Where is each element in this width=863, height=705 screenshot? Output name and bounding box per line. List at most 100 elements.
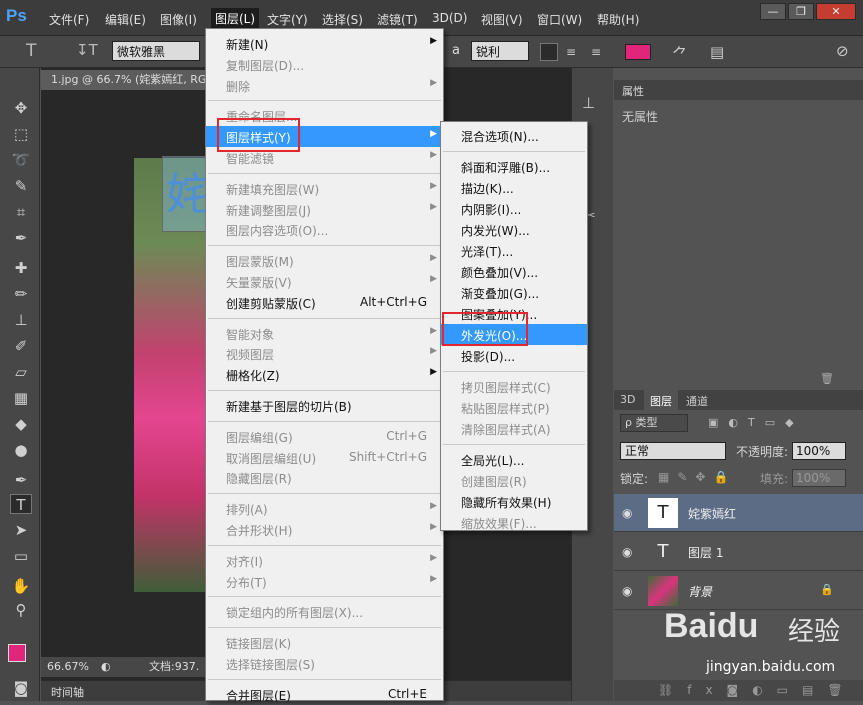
menu-item-label: 合并图层(E) xyxy=(226,688,291,703)
menu-item-label: 光泽(T)... xyxy=(461,245,514,259)
timeline-tab-label[interactable]: 时间轴 xyxy=(51,684,84,700)
close-button[interactable]: ✕ xyxy=(816,3,856,20)
menu-separator xyxy=(208,627,441,629)
brush-tool-icon[interactable]: ✏ xyxy=(10,284,32,304)
layer-row[interactable]: ◉ T 姹紫嫣红 xyxy=(614,494,863,532)
align-left-button[interactable] xyxy=(540,43,558,61)
status-menu-icon[interactable]: ◐ xyxy=(101,657,111,677)
align-right-button[interactable]: ≡ xyxy=(591,45,601,59)
gradient-tool-icon[interactable]: ▦ xyxy=(10,388,32,408)
type-tool-icon[interactable]: T xyxy=(10,494,32,514)
minimize-button[interactable]: — xyxy=(760,3,786,20)
menu-9[interactable]: 窗口(W) xyxy=(537,11,582,29)
menu-7[interactable]: 3D(D) xyxy=(432,11,467,29)
maximize-button[interactable]: ❐ xyxy=(788,3,814,20)
blend-mode-select[interactable]: 正常 xyxy=(620,442,726,460)
menu-item[interactable]: 混合选项(N)... xyxy=(441,125,587,146)
menu-4[interactable]: 文字(Y) xyxy=(267,11,308,29)
menu-item[interactable]: 新建基于图层的切片(B) xyxy=(206,395,443,416)
quick-select-icon[interactable]: ✎ xyxy=(10,176,32,196)
menu-item[interactable]: 斜面和浮雕(B)... xyxy=(441,156,587,177)
submenu-arrow-icon: ▶ xyxy=(430,325,437,336)
menu-10[interactable]: 帮助(H) xyxy=(597,11,639,29)
layer-row[interactable]: ◉ 背景 🔒 xyxy=(614,572,863,610)
menu-2[interactable]: 图像(I) xyxy=(160,11,197,29)
menu-item[interactable]: 光泽(T)... xyxy=(441,240,587,261)
menu-item[interactable]: 隐藏所有效果(H) xyxy=(441,491,587,512)
lock-icons[interactable]: ▦✎✥🔒 xyxy=(658,470,736,484)
menu-item[interactable]: 合并图层(E) Ctrl+E xyxy=(206,684,443,705)
filter-icons[interactable]: ▣◐T▭◆ xyxy=(708,416,804,429)
menu-item[interactable]: 新建(N) ▶ xyxy=(206,33,443,54)
menu-1[interactable]: 编辑(E) xyxy=(105,11,146,29)
properties-tab[interactable]: 属性 xyxy=(622,83,644,99)
healing-brush-icon[interactable]: ✚ xyxy=(10,258,32,278)
eyedropper-icon[interactable]: ✒ xyxy=(10,228,32,248)
visibility-eye-icon[interactable]: ◉ xyxy=(622,584,632,598)
cancel-icon[interactable]: ⊘ xyxy=(836,42,849,60)
callout-layer-style xyxy=(217,118,300,152)
watermark-brand: Baidu xyxy=(664,607,759,645)
zoom-level[interactable]: 66.67% xyxy=(47,657,89,677)
dodge-tool-icon[interactable]: ● xyxy=(10,440,32,460)
status-bar: 66.67% ◐ 文档:937. xyxy=(41,657,211,677)
history-panel-icon[interactable]: ⊥ xyxy=(582,94,595,112)
visibility-eye-icon[interactable]: ◉ xyxy=(622,506,632,520)
lasso-tool-icon[interactable]: ➰ xyxy=(10,150,32,170)
submenu-arrow-icon: ▶ xyxy=(430,129,437,140)
layer-row[interactable]: ◉ T 图层 1 xyxy=(614,533,863,571)
eraser-tool-icon[interactable]: ▱ xyxy=(10,362,32,382)
menu-item-label: 粘贴图层样式(P) xyxy=(461,402,550,416)
pen-tool-icon[interactable]: ✒ xyxy=(10,470,32,490)
character-panel-icon[interactable]: ▤ xyxy=(710,43,724,61)
menu-item: 链接图层(K) xyxy=(206,632,443,653)
fill-input[interactable]: 100% xyxy=(792,469,846,487)
menu-item: 图层内容选项(O)... xyxy=(206,219,443,240)
path-select-icon[interactable]: ➤ xyxy=(10,520,32,540)
tab-3d[interactable]: 3D xyxy=(620,393,635,406)
menu-item-label: 创建剪贴蒙版(C) xyxy=(226,296,316,311)
trash-icon[interactable]: 🗑 xyxy=(820,372,834,385)
menu-5[interactable]: 选择(S) xyxy=(322,11,363,29)
crop-tool-icon[interactable]: ⌗ xyxy=(10,202,32,222)
menu-item[interactable]: 栅格化(Z) ▶ xyxy=(206,364,443,385)
marquee-tool-icon[interactable]: ⬚ xyxy=(10,124,32,144)
submenu-arrow-icon: ▶ xyxy=(430,522,437,532)
foreground-color-swatch[interactable] xyxy=(8,644,26,662)
history-brush-icon[interactable]: ✐ xyxy=(10,336,32,356)
watermark-brand-cn: 经验 xyxy=(788,617,841,647)
menu-item[interactable]: 创建剪贴蒙版(C) Alt+Ctrl+G xyxy=(206,292,443,313)
text-color-swatch[interactable] xyxy=(625,44,651,60)
menu-item[interactable]: 投影(D)... xyxy=(441,345,587,366)
menu-item[interactable]: 渐变叠加(G)... xyxy=(441,282,587,303)
text-orientation-icon[interactable]: ↧T xyxy=(76,41,98,59)
opacity-input[interactable]: 100% xyxy=(792,442,846,460)
warp-text-icon[interactable]: ⺈ xyxy=(672,41,688,65)
move-tool-icon[interactable]: ✥ xyxy=(10,98,32,118)
stamp-tool-icon[interactable]: ⊥ xyxy=(10,310,32,330)
menu-item[interactable]: 内发光(W)... xyxy=(441,219,587,240)
menu-8[interactable]: 视图(V) xyxy=(481,11,523,29)
menu-item[interactable]: 全局光(L)... xyxy=(441,449,587,470)
align-center-button[interactable]: ≡ xyxy=(566,45,576,59)
antialias-select[interactable]: 锐利 xyxy=(471,41,529,61)
menu-item[interactable]: 颜色叠加(V)... xyxy=(441,261,587,282)
menu-6[interactable]: 滤镜(T) xyxy=(377,11,418,29)
menu-3[interactable]: 图层(L) xyxy=(211,8,260,30)
menu-item[interactable]: 描边(K)... xyxy=(441,177,587,198)
quick-mask-icon[interactable]: ◙ xyxy=(10,678,32,698)
tab-channels[interactable]: 通道 xyxy=(686,393,708,409)
tab-layers[interactable]: 图层 xyxy=(644,390,678,410)
blur-tool-icon[interactable]: ◆ xyxy=(10,414,32,434)
hand-tool-icon[interactable]: ✋ xyxy=(10,576,32,596)
rectangle-tool-icon[interactable]: ▭ xyxy=(10,546,32,566)
zoom-tool-icon[interactable]: ⚲ xyxy=(10,600,32,620)
menu-0[interactable]: 文件(F) xyxy=(49,11,89,29)
menu-item-label: 合并形状(H) xyxy=(226,524,293,538)
document-tab[interactable]: 1.jpg @ 66.7% (姹紫嫣红, RGB/8) xyxy=(41,70,211,90)
font-family-select[interactable]: 微软雅黑 xyxy=(112,41,200,61)
layer-filter-select[interactable]: ρ 类型 xyxy=(620,414,688,432)
visibility-eye-icon[interactable]: ◉ xyxy=(622,545,632,559)
menu-separator xyxy=(208,317,441,319)
menu-item[interactable]: 内阴影(I)... xyxy=(441,198,587,219)
